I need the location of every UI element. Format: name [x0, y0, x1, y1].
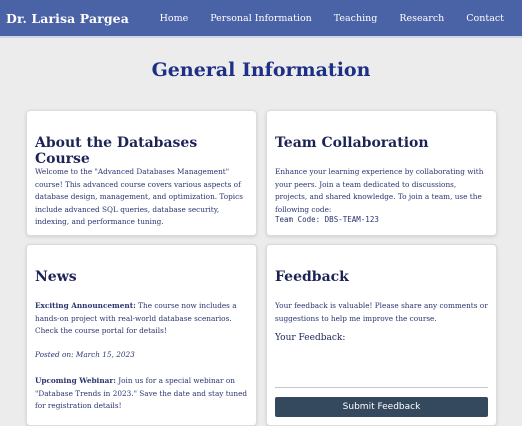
team-code-value: DBS-TEAM-123	[324, 215, 379, 224]
site-brand[interactable]: Dr. Larisa Pargea	[6, 11, 129, 26]
nav-home[interactable]: Home	[160, 13, 189, 24]
news-item-date: Posted on: March 15, 2023	[35, 350, 135, 359]
feedback-card: Feedback Your feedback is valuable! Plea…	[266, 244, 497, 426]
feedback-textarea[interactable]	[275, 347, 488, 388]
top-nav: Dr. Larisa Pargea Home Personal Informat…	[0, 0, 522, 38]
team-code-label: Team Code:	[275, 215, 321, 224]
about-course-title: About the Databases Course	[35, 135, 198, 167]
nav-links: Home Personal Information Teaching Resea…	[160, 13, 504, 24]
nav-personal-information[interactable]: Personal Information	[210, 13, 312, 24]
team-collaboration-text: Enhance your learning experience by coll…	[275, 167, 484, 214]
feedback-title: Feedback	[275, 269, 349, 285]
team-collaboration-card: Team Collaboration Enhance your learning…	[266, 110, 497, 236]
news-item-webinar-label: Upcoming Webinar:	[35, 376, 116, 385]
team-collaboration-title: Team Collaboration	[275, 135, 429, 151]
about-course-text: Welcome to the "Advanced Databases Manag…	[35, 167, 243, 226]
news-item-announcement-label: Exciting Announcement:	[35, 301, 136, 310]
about-course-card: About the Databases Course Welcome to th…	[26, 110, 257, 236]
feedback-text: Your feedback is valuable! Please share …	[275, 301, 488, 323]
news-card: News Exciting Announcement: The course n…	[26, 244, 257, 426]
team-code: Team Code: DBS-TEAM-123	[275, 215, 379, 224]
submit-feedback-button[interactable]: Submit Feedback	[275, 397, 488, 417]
news-item-webinar: Upcoming Webinar: Join us for a special …	[35, 375, 248, 413]
feedback-field-label: Your Feedback:	[275, 333, 346, 343]
nav-teaching[interactable]: Teaching	[334, 13, 378, 24]
news-item-announcement: Exciting Announcement: The course now in…	[35, 300, 248, 338]
page-title: General Information	[151, 59, 371, 81]
nav-research[interactable]: Research	[399, 13, 444, 24]
nav-contact[interactable]: Contact	[466, 13, 504, 24]
news-title: News	[35, 269, 77, 285]
